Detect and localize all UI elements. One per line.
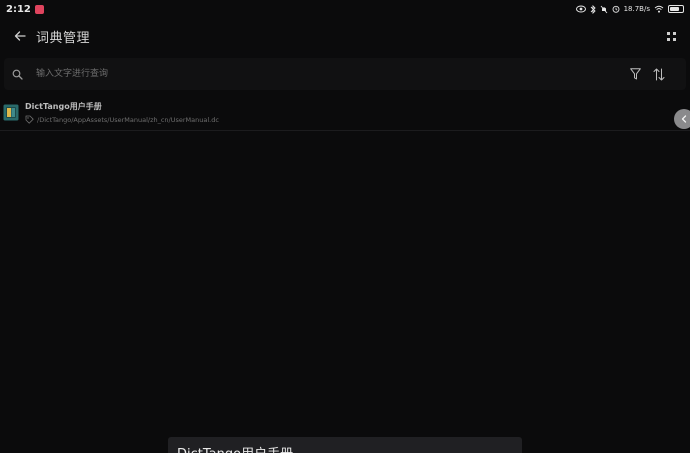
alarm-icon <box>612 5 620 13</box>
filter-button[interactable] <box>626 65 644 83</box>
filter-icon <box>629 68 641 80</box>
page-title: 词典管理 <box>36 30 91 46</box>
battery-icon <box>668 5 684 13</box>
arrow-left-icon <box>14 31 26 41</box>
bluetooth-icon <box>590 4 596 14</box>
dictionary-path-row: /DictTango/AppAssets/UserManual/zh_cn/Us… <box>25 115 219 124</box>
eye-icon <box>575 5 586 13</box>
mute-icon <box>600 5 607 13</box>
wifi-icon <box>654 5 664 13</box>
list-item[interactable]: DictTango用户手册 /DictTango/AppAssets/UserM… <box>0 96 690 131</box>
dictionary-name: DictTango用户手册 <box>25 102 102 111</box>
dictionary-list: DictTango用户手册 /DictTango/AppAssets/UserM… <box>0 96 690 131</box>
screen: 2:12 18.7B/s 词典管理 输入文字进行查询 DictTango用户手册… <box>0 0 690 453</box>
grid-view-button[interactable] <box>662 27 680 45</box>
search-icon <box>12 67 26 81</box>
notification-app-icon <box>34 4 44 14</box>
grid-icon <box>666 31 676 41</box>
sort-button[interactable] <box>650 65 668 83</box>
dictionary-path: /DictTango/AppAssets/UserManual/zh_cn/Us… <box>37 115 219 124</box>
book-icon <box>3 104 19 121</box>
battery-fill <box>670 7 680 11</box>
status-right: 18.7B/s <box>575 4 684 14</box>
toast-text: DictTango用户手册 <box>177 443 293 453</box>
tag-icon <box>25 115 34 124</box>
status-left: 2:12 <box>6 4 44 15</box>
network-speed: 18.7B/s <box>623 5 650 13</box>
back-button[interactable] <box>8 24 32 48</box>
status-bar: 2:12 18.7B/s <box>0 0 690 18</box>
app-bar: 词典管理 <box>0 22 690 50</box>
sort-icon <box>653 68 665 80</box>
status-time: 2:12 <box>6 3 31 15</box>
toast: DictTango用户手册 <box>168 437 522 453</box>
search-input[interactable] <box>34 68 626 80</box>
search-bar <box>4 58 690 129</box>
